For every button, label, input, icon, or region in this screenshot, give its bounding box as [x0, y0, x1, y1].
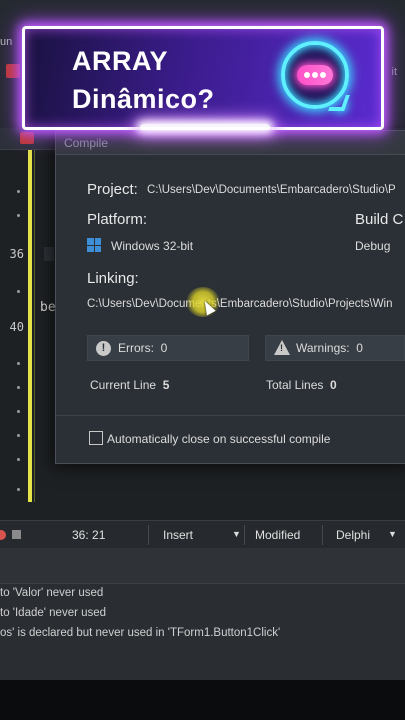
errors-value: 0 [160, 341, 168, 355]
message-line[interactable]: to 'Idade' never used [0, 607, 106, 619]
status-divider [322, 525, 323, 545]
screen-bottom-area [0, 680, 405, 720]
language-selector[interactable]: Delphi [336, 528, 370, 542]
gutter-dot [17, 290, 20, 293]
gutter-dot [17, 386, 20, 389]
editor-selection-mark [44, 247, 54, 261]
platform-value: Windows 32-bit [111, 239, 194, 253]
error-info-icon: ! [96, 341, 111, 356]
cursor-position: 36: 21 [72, 528, 106, 542]
auto-close-checkbox[interactable] [89, 431, 103, 445]
banner-glow-bar [140, 124, 270, 130]
warnings-count: Warnings: 0 [296, 341, 363, 355]
errors-count: Errors: 0 [118, 341, 167, 355]
messages-header [0, 548, 405, 584]
modified-status: Modified [255, 528, 301, 542]
chat-dot [320, 72, 326, 78]
gutter-dot [17, 190, 20, 193]
line-number: 40 [9, 320, 24, 334]
linking-path: C:\Users\Dev\Documents\Embarcadero\Studi… [87, 298, 393, 310]
warning-mark: ! [280, 343, 283, 353]
menu-fragment[interactable]: un [0, 36, 12, 48]
errors-box: ! Errors: 0 [87, 335, 249, 361]
modified-lines-bar [28, 150, 32, 502]
chat-dot [312, 72, 318, 78]
toolbar-fragment[interactable]: it [392, 66, 398, 78]
linking-label: Linking: [87, 270, 139, 287]
auto-close-label[interactable]: Automatically close on successful compil… [107, 432, 330, 446]
toolbar-icon[interactable] [6, 64, 20, 78]
message-line[interactable]: to 'Valor' never used [0, 587, 103, 599]
line-number: 36 [9, 247, 24, 261]
dialog-title: Compile [64, 136, 109, 150]
status-divider [244, 525, 245, 545]
warnings-box: ! Warnings: 0 [265, 335, 405, 361]
record-macro-icon[interactable] [0, 530, 6, 540]
message-line[interactable]: os' is declared but never used in 'TForm… [0, 627, 280, 639]
dialog-divider [56, 415, 405, 416]
status-divider [148, 525, 149, 545]
dialog-titlebar[interactable]: Compile [56, 131, 405, 155]
gutter-dot [17, 434, 20, 437]
gutter-dot [17, 488, 20, 491]
gutter-dot [17, 214, 20, 217]
warnings-label: Warnings: [296, 341, 350, 355]
current-line-label: Current Line [90, 378, 157, 392]
stop-macro-icon[interactable] [12, 530, 21, 539]
warnings-value: 0 [356, 341, 363, 355]
insert-mode[interactable]: Insert [163, 528, 193, 542]
windows-icon [87, 238, 101, 252]
build-config-value: Debug [355, 239, 391, 253]
insert-mode-dropdown-icon[interactable]: ▼ [232, 529, 241, 539]
project-label: Project: [87, 181, 138, 198]
total-lines-label: Total Lines [266, 378, 324, 392]
banner-title-line1: ARRAY [72, 46, 169, 76]
total-lines-value: 0 [330, 378, 337, 392]
code-fragment[interactable]: be [40, 300, 56, 315]
errors-label: Errors: [118, 341, 154, 355]
language-dropdown-icon[interactable]: ▼ [388, 529, 397, 539]
gutter-dot [17, 458, 20, 461]
status-bar: 36: 21 Insert ▼ Modified Delphi ▼ [0, 520, 405, 548]
gutter-dot [17, 410, 20, 413]
tab-icon[interactable] [20, 132, 34, 144]
project-path: C:\Users\Dev\Documents\Embarcadero\Studi… [147, 184, 396, 196]
build-config-label: Build C [355, 211, 404, 228]
chat-dot [304, 72, 310, 78]
modified-lines-bar-secondary [34, 150, 35, 502]
platform-label: Platform: [87, 211, 148, 228]
line-gutter: 36 40 [0, 150, 28, 510]
title-banner: ARRAY Dinâmico? [22, 26, 384, 130]
current-line: Current Line 5 [90, 378, 169, 392]
current-line-value: 5 [162, 378, 170, 392]
total-lines: Total Lines 0 [266, 378, 337, 392]
banner-title-line2: Dinâmico? [72, 84, 215, 114]
gutter-dot [17, 362, 20, 365]
